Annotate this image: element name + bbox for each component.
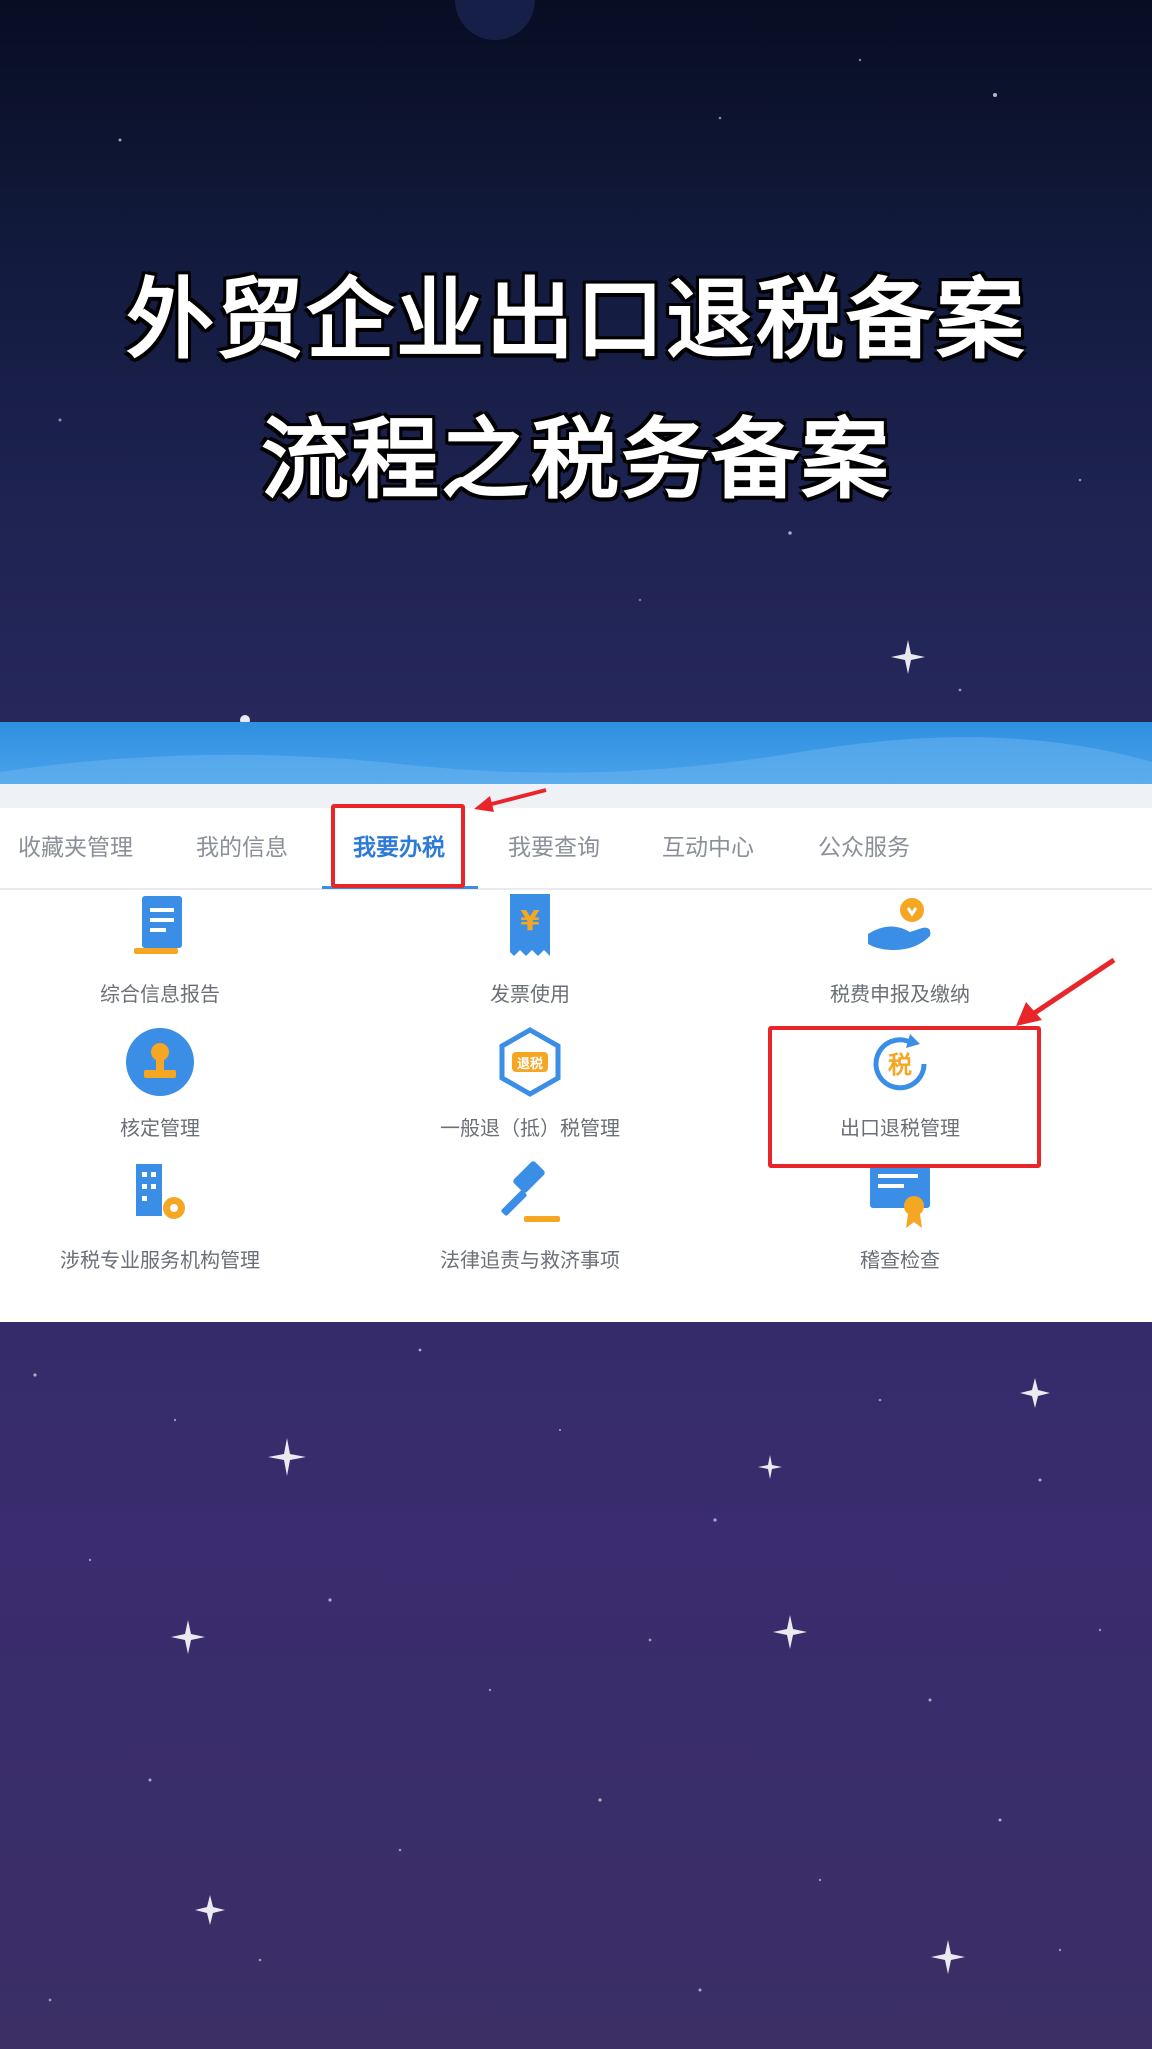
- service-label: 稽查检查: [860, 1248, 940, 1272]
- portal-tab-bar: 收藏夹管理 我的信息 我要办税 我要查询 互动中心 公众服务: [0, 808, 1152, 890]
- headline: 外贸企业出口退税备案 流程之税务备案: [0, 250, 1152, 530]
- svg-text:¥: ¥: [520, 904, 540, 937]
- highlight-box-export-refund: [768, 1026, 1041, 1168]
- refund-badge-text: 退税: [517, 1056, 543, 1072]
- service-invoice-use[interactable]: ¥ 发票使用: [370, 890, 690, 1007]
- document-icon: [134, 896, 182, 954]
- service-audit-inspection[interactable]: 稽查检查: [740, 1156, 1060, 1273]
- hand-coin-icon: [868, 898, 931, 950]
- red-arrow-icon: [474, 788, 547, 812]
- service-label: 综合信息报告: [100, 982, 220, 1006]
- gavel-icon: [501, 1161, 560, 1222]
- service-verification-management[interactable]: 核定管理: [0, 1024, 320, 1141]
- service-legal-remedy[interactable]: 法律追责与救济事项: [370, 1156, 690, 1273]
- service-comprehensive-report[interactable]: 综合信息报告: [0, 890, 320, 1007]
- tab-favorites[interactable]: 收藏夹管理: [18, 808, 133, 888]
- service-label: 涉税专业服务机构管理: [60, 1248, 260, 1272]
- portal-banner: [0, 722, 1152, 784]
- headline-line-1: 外贸企业出口退税备案: [125, 268, 1026, 371]
- invoice-yuan-icon: ¥: [510, 894, 550, 956]
- building-gear-icon: [136, 1164, 185, 1219]
- highlight-box-tab: [331, 804, 465, 888]
- tab-public-service[interactable]: 公众服务: [818, 808, 910, 888]
- headline-line-2: 流程之税务备案: [260, 408, 891, 511]
- tax-portal-panel: 收藏夹管理 我的信息 我要办税 我要查询 互动中心 公众服务 综合信息报告 ¥ …: [0, 722, 1152, 1322]
- service-label: 一般退（抵）税管理: [440, 1116, 620, 1140]
- service-general-refund-management[interactable]: 退税 一般退（抵）税管理: [370, 1024, 690, 1141]
- refund-badge-icon: 退税: [499, 1027, 561, 1097]
- service-label: 核定管理: [120, 1116, 200, 1140]
- banner-hills: [0, 737, 1152, 784]
- service-label: 发票使用: [490, 982, 570, 1006]
- certificate-icon: [870, 1164, 930, 1228]
- tab-interaction-center[interactable]: 互动中心: [662, 808, 754, 888]
- tab-my-info[interactable]: 我的信息: [196, 808, 288, 888]
- red-arrow-icon: [1016, 957, 1116, 1026]
- stamp-icon: [126, 1028, 194, 1096]
- service-label: 法律追责与救济事项: [440, 1248, 620, 1272]
- portal-subbar: [0, 784, 1152, 808]
- service-tax-agency-management[interactable]: 涉税专业服务机构管理: [0, 1156, 320, 1273]
- tab-query[interactable]: 我要查询: [508, 808, 600, 888]
